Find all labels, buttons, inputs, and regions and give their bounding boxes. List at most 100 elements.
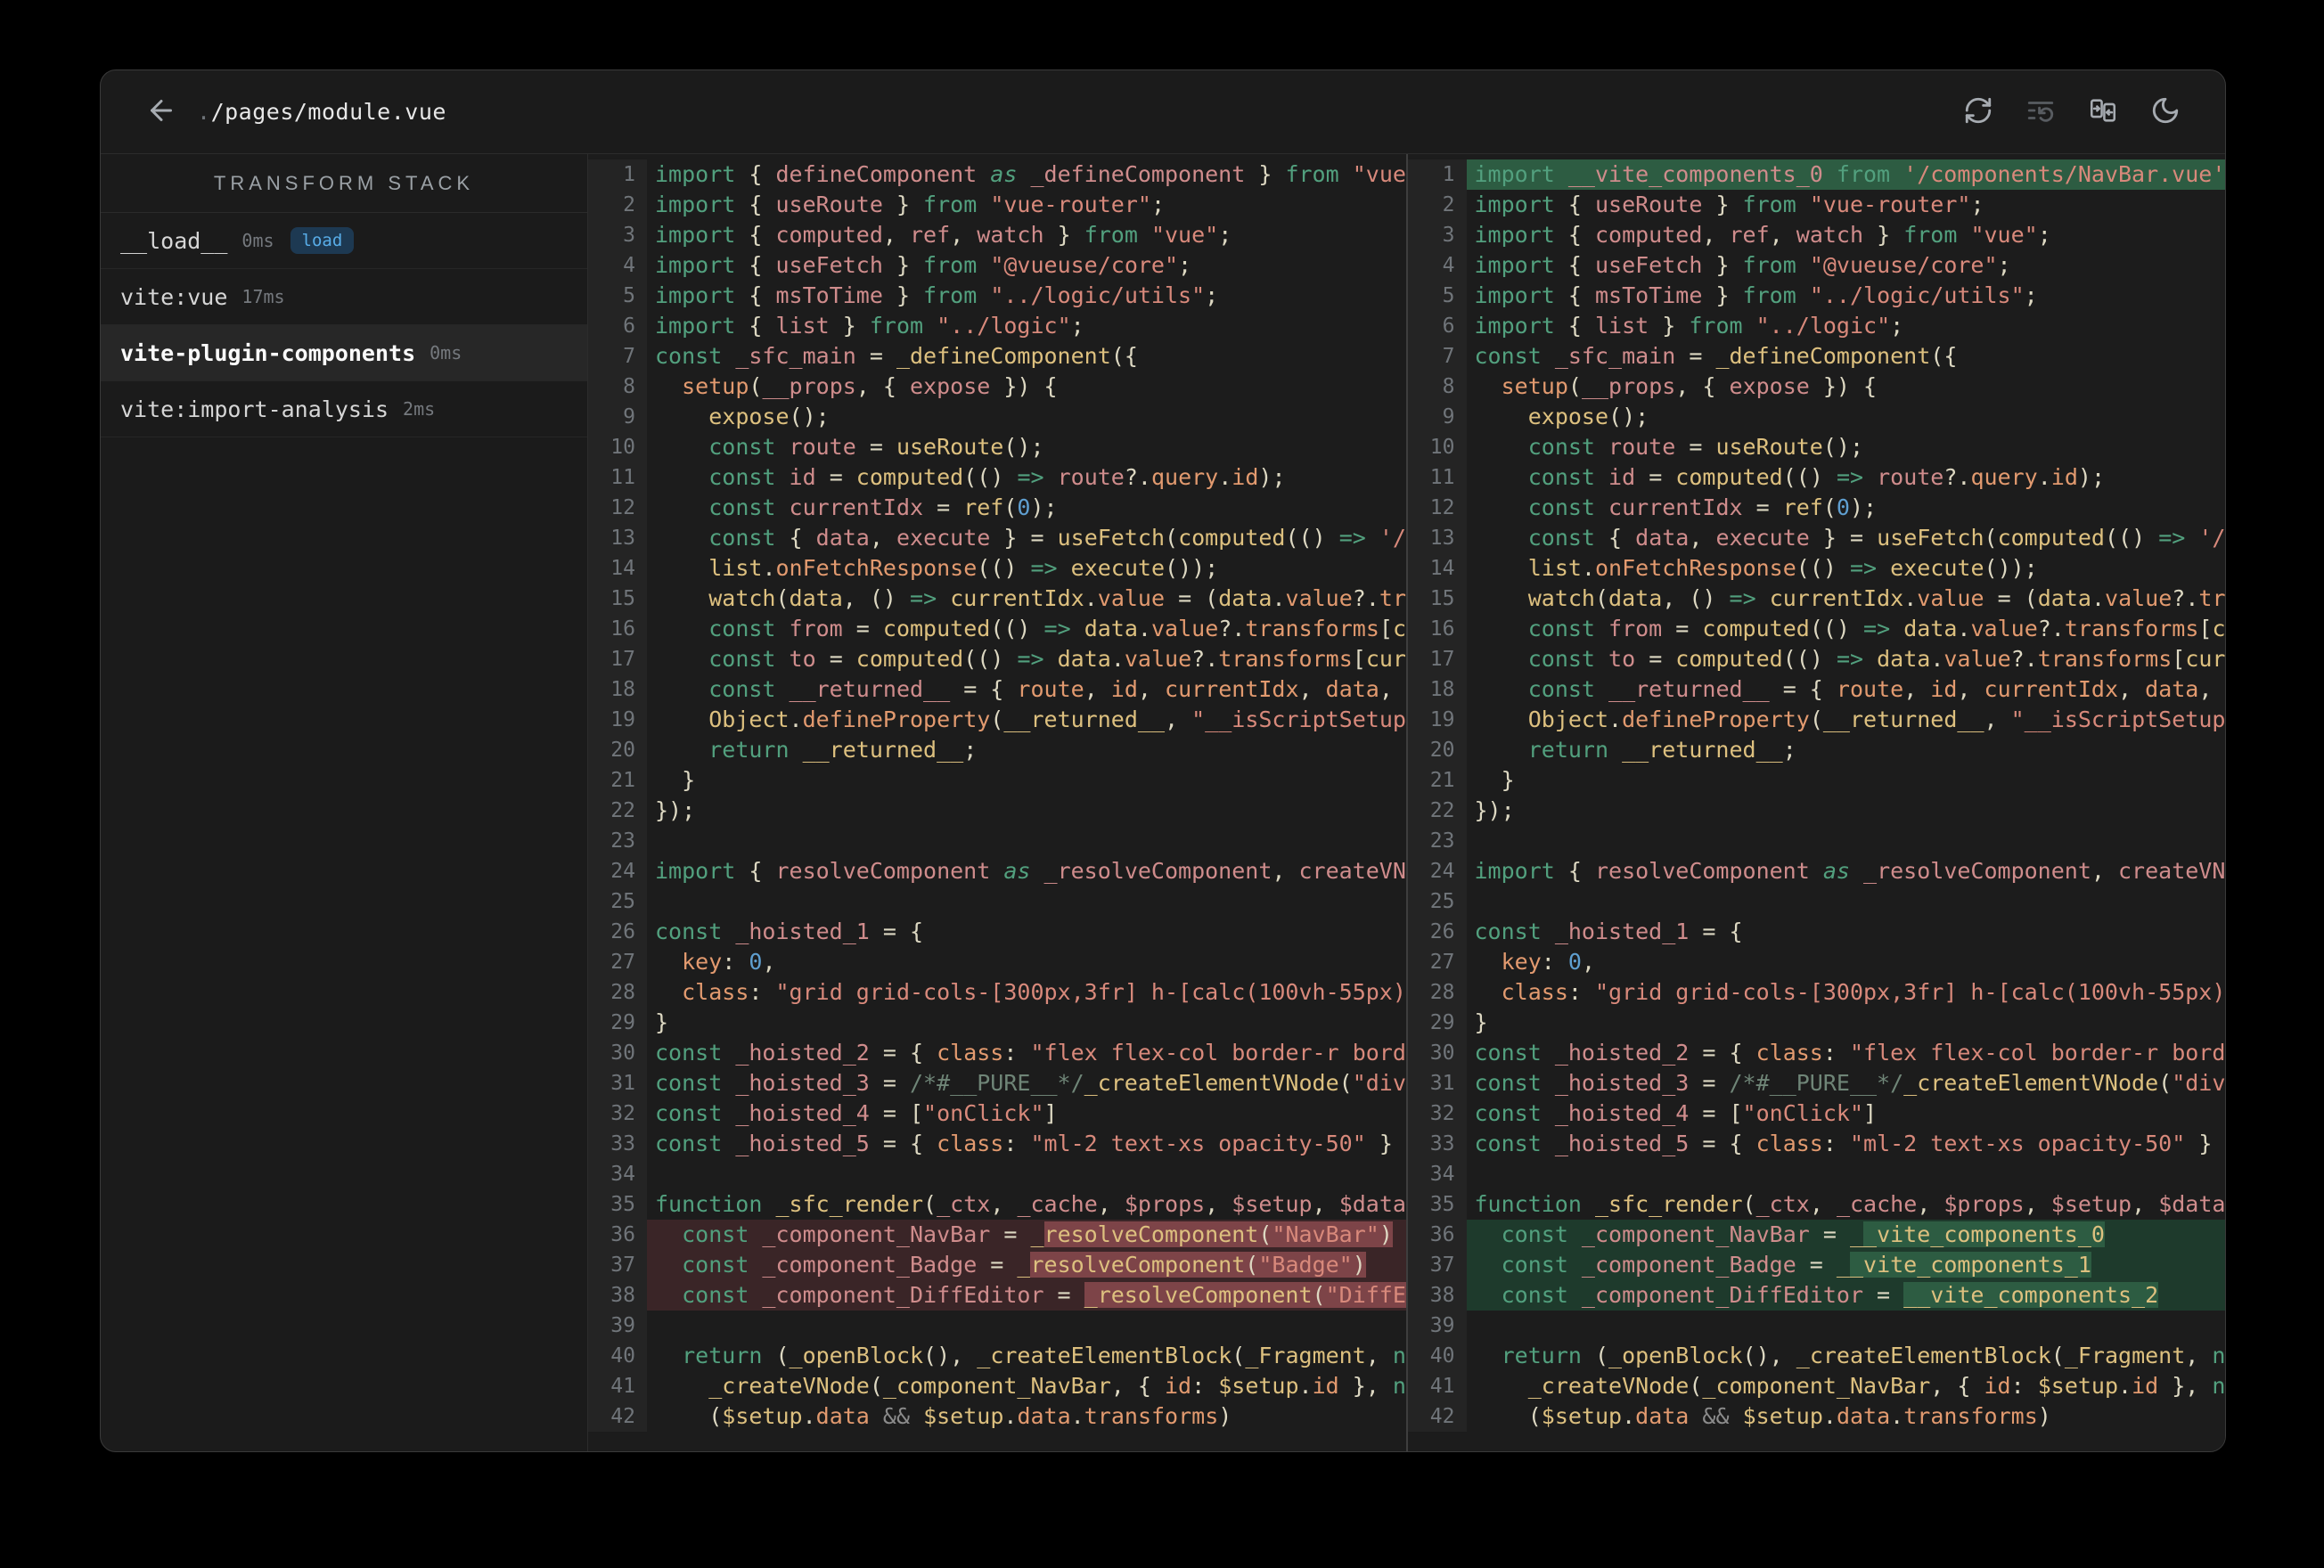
line-content: const _component_DiffEditor = _resolveCo… bbox=[647, 1280, 1406, 1311]
transform-stack-item-vite-import-analysis[interactable]: vite:import-analysis 2ms bbox=[101, 381, 587, 437]
line-content: import { resolveComponent as _resolveCom… bbox=[655, 858, 1406, 884]
line-content: const route = useRoute(); bbox=[1527, 434, 1864, 460]
line-number: 14 bbox=[1407, 553, 1467, 584]
line-number: 33 bbox=[1407, 1129, 1467, 1159]
code-line: 37 const _component_Badge = __vite_compo… bbox=[1407, 1250, 2225, 1280]
code-line: 20 return __returned__; bbox=[1407, 735, 2226, 765]
line-content: const _hoisted_5 = { class: "ml-2 text-x… bbox=[655, 1131, 1393, 1156]
code-line: 17 const to = computed(() => data.value?… bbox=[1407, 644, 2225, 674]
line-content: const _hoisted_5 = { class: "ml-2 text-x… bbox=[1474, 1131, 2213, 1156]
line-number: 21 bbox=[1407, 765, 1467, 796]
line-number: 8 bbox=[1407, 372, 1467, 402]
line-content: const _hoisted_2 = { class: "flex flex-c… bbox=[655, 1040, 1406, 1066]
line-number: 35 bbox=[1407, 1189, 1467, 1220]
code-line: 1 import { defineComponent as _defineComp… bbox=[588, 159, 1406, 190]
line-content: const currentIdx = ref(0); bbox=[1527, 494, 1878, 520]
refresh-button[interactable] bbox=[1963, 95, 1993, 128]
line-content: return (_openBlock(), _createElementBloc… bbox=[1501, 1343, 2225, 1368]
code-line: 3 import { computed, ref, watch } from "v… bbox=[1407, 220, 2226, 250]
inline-diff-button[interactable] bbox=[2025, 95, 2056, 128]
code-panel-after[interactable]: 1 import __vite_components_0 from '/compo… bbox=[1405, 154, 2226, 1451]
diff-panes: 1 import { defineComponent as _defineComp… bbox=[588, 154, 2225, 1451]
code-line: 6 import { list } from "../logic"; bbox=[588, 311, 1406, 341]
line-content: } bbox=[1474, 767, 1515, 793]
line-number: 17 bbox=[1407, 644, 1467, 674]
line-content: return __returned__; bbox=[708, 737, 978, 763]
load-badge: load bbox=[290, 227, 355, 254]
line-content bbox=[1467, 826, 2226, 856]
transform-stack-item--load-[interactable]: __load__ 0ms load bbox=[101, 213, 587, 269]
line-content: return (_openBlock(), _createElementBloc… bbox=[682, 1343, 1406, 1368]
code-line: 1 import __vite_components_0 from '/compo… bbox=[1407, 159, 2225, 190]
line-content: const __returned__ = { route, id, curren… bbox=[708, 676, 1406, 702]
line-number: 9 bbox=[588, 402, 647, 432]
code-line: 35 function _sfc_render(_ctx, _cache, $pr… bbox=[1407, 1189, 2226, 1220]
line-number: 38 bbox=[1407, 1280, 1467, 1311]
code-line: 27 key: 0, bbox=[588, 947, 1406, 977]
line-content: const to = computed(() => data.value?.tr… bbox=[708, 646, 1406, 672]
code-line: 38 const _component_DiffEditor = __vite_… bbox=[1407, 1280, 2225, 1311]
line-content: const _component_DiffEditor = __vite_com… bbox=[1466, 1280, 2225, 1311]
code-line: 9 expose(); bbox=[588, 402, 1406, 432]
code-line: 41 _createVNode(_component_NavBar, { id:… bbox=[588, 1371, 1406, 1401]
line-number: 23 bbox=[588, 826, 647, 856]
line-content: } bbox=[655, 1009, 669, 1035]
plugin-time: 17ms bbox=[241, 286, 285, 307]
line-number: 18 bbox=[588, 674, 647, 705]
code-line: 10 const route = useRoute(); bbox=[1407, 432, 2226, 462]
code-line: 15 watch(data, () => currentIdx.value = … bbox=[1407, 584, 2225, 614]
code-line: 41 _createVNode(_component_NavBar, { id:… bbox=[1407, 1371, 2225, 1401]
inspector-window: ./pages/module.vue TRANSFORM STACK __loa… bbox=[100, 69, 2226, 1452]
line-content bbox=[1467, 1311, 2226, 1341]
line-number: 30 bbox=[1407, 1038, 1467, 1068]
dark-mode-button[interactable] bbox=[2150, 95, 2181, 128]
code-line: 26 const _hoisted_1 = { bbox=[1407, 917, 2226, 947]
line-content: expose(); bbox=[1527, 404, 1649, 429]
transform-stack-item-vite-vue[interactable]: vite:vue 17ms bbox=[101, 269, 587, 325]
code-line: 28 class: "grid grid-cols-[300px,3fr] h-… bbox=[1407, 977, 2225, 1008]
line-number: 31 bbox=[588, 1068, 647, 1098]
code-line: 13 const { data, execute } = useFetch(co… bbox=[588, 523, 1406, 553]
code-line: 32 const _hoisted_4 = ["onClick"] bbox=[1407, 1098, 2226, 1129]
code-line: 12 const currentIdx = ref(0); bbox=[588, 493, 1406, 523]
line-content: function _sfc_render(_ctx, _cache, $prop… bbox=[1474, 1191, 2226, 1217]
line-content: import { computed, ref, watch } from "vu… bbox=[655, 222, 1232, 248]
side-by-side-diff-button[interactable] bbox=[2088, 95, 2118, 128]
code-line: 21 } bbox=[588, 765, 1406, 796]
line-content bbox=[1467, 1159, 2226, 1189]
line-content: }); bbox=[655, 797, 696, 823]
line-number: 20 bbox=[1407, 735, 1467, 765]
line-content: const _hoisted_2 = { class: "flex flex-c… bbox=[1474, 1040, 2226, 1066]
code-line: 19 Object.defineProperty(__returned__, "… bbox=[1407, 705, 2225, 735]
line-content: Object.defineProperty(__returned__, "__i… bbox=[708, 706, 1406, 732]
line-content: import { useRoute } from "vue-router"; bbox=[1474, 192, 1984, 217]
line-content: import { list } from "../logic"; bbox=[655, 313, 1084, 339]
line-number: 16 bbox=[588, 614, 647, 644]
code-line: 42 ($setup.data && $setup.data.transform… bbox=[588, 1401, 1406, 1432]
code-panel-before[interactable]: 1 import { defineComponent as _defineComp… bbox=[588, 154, 1406, 1451]
line-content: const _sfc_main = _defineComponent({ bbox=[1474, 343, 1958, 369]
line-content bbox=[647, 826, 1406, 856]
code-line: 8 setup(__props, { expose }) { bbox=[1407, 372, 2226, 402]
line-content bbox=[647, 1311, 1406, 1341]
line-content: const _hoisted_4 = ["onClick"] bbox=[655, 1100, 1058, 1126]
back-button[interactable] bbox=[145, 94, 177, 129]
line-number: 1 bbox=[588, 159, 647, 190]
line-content: expose(); bbox=[708, 404, 830, 429]
code-line: 28 class: "grid grid-cols-[300px,3fr] h-… bbox=[588, 977, 1406, 1008]
line-content: } bbox=[655, 767, 696, 793]
line-number: 42 bbox=[1407, 1401, 1467, 1432]
line-number: 37 bbox=[588, 1250, 647, 1280]
line-number: 25 bbox=[588, 886, 647, 917]
code-line: 23 bbox=[1407, 826, 2226, 856]
file-title-root-dot: . bbox=[197, 99, 211, 125]
code-line: 24 import { resolveComponent as _resolveC… bbox=[588, 856, 1406, 886]
line-number: 18 bbox=[1407, 674, 1467, 705]
transform-stack-item-vite-plugin-components[interactable]: vite-plugin-components 0ms bbox=[101, 325, 587, 381]
line-number: 14 bbox=[588, 553, 647, 584]
line-content: setup(__props, { expose }) { bbox=[1501, 373, 1878, 399]
line-content: const _hoisted_1 = { bbox=[1474, 919, 1743, 944]
line-content: const { data, execute } = useFetch(compu… bbox=[708, 525, 1406, 551]
code-line: 25 bbox=[1407, 886, 2226, 917]
code-line: 8 setup(__props, { expose }) { bbox=[588, 372, 1406, 402]
